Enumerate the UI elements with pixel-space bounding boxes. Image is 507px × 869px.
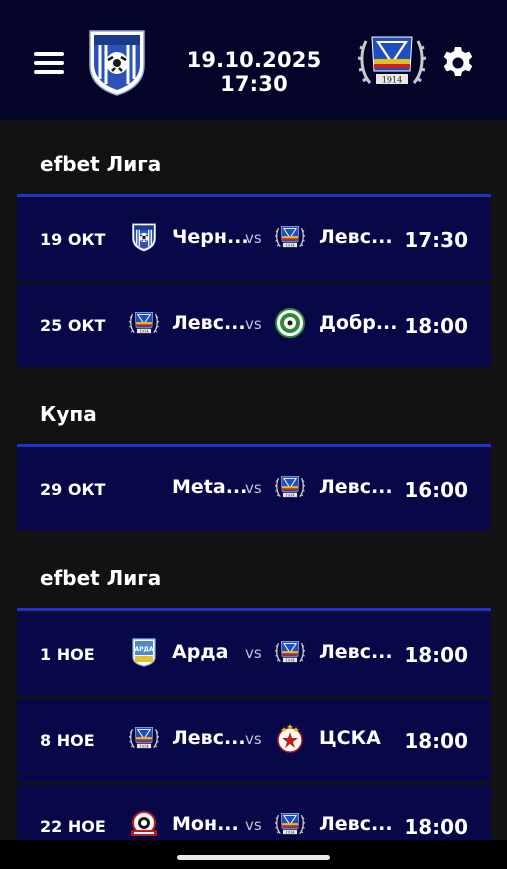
vs-label: vs <box>245 229 262 247</box>
team-crest-cherno-more <box>129 222 159 252</box>
away-team-name: Левс... <box>319 476 393 498</box>
team-crest-levski <box>129 723 159 753</box>
team-crest-levski <box>275 637 305 667</box>
home-team-crest <box>86 27 148 97</box>
team-crest-levski <box>275 472 305 502</box>
match-time: 16:00 <box>404 478 468 502</box>
away-team-crest <box>358 31 426 91</box>
system-navigation-bar <box>0 840 507 869</box>
match-time: 18:00 <box>404 314 468 338</box>
home-team-name: Левс... <box>172 312 246 334</box>
app-header: 19.10.2025 17:30 <box>0 0 507 120</box>
vs-label: vs <box>245 816 262 834</box>
match-date: 8 НОЕ <box>40 731 95 750</box>
match-row[interactable]: 19 ОКТ Черн... vs Левс... 17:30 <box>17 198 491 281</box>
away-team-name: Левс... <box>319 226 393 248</box>
match-row[interactable]: 8 НОЕ Левс... vs ЦСКА 18:00 <box>17 699 491 782</box>
match-time: 18:00 <box>404 643 468 667</box>
match-date: 25 ОКТ <box>40 316 106 335</box>
vs-label: vs <box>245 730 262 748</box>
match-row[interactable]: 1 НОЕ Арда vs Левс... 18:00 <box>17 613 491 696</box>
team-crest-levski <box>275 809 305 839</box>
home-team-name: Meta... <box>172 476 248 498</box>
team-crest-dobrudzha <box>275 308 305 338</box>
match-row[interactable]: 25 ОКТ Левс... vs Добр... 18:00 <box>17 284 491 367</box>
home-indicator[interactable] <box>177 855 330 860</box>
team-crest-cska <box>275 723 305 753</box>
match-time: 17:30 <box>404 228 468 252</box>
away-team-name: Левс... <box>319 813 393 835</box>
home-team-name: Мон... <box>172 813 239 835</box>
away-team-name: Левс... <box>319 641 393 663</box>
hamburger-menu-icon[interactable] <box>34 52 64 74</box>
section-divider <box>17 608 491 611</box>
gear-icon[interactable] <box>440 45 476 81</box>
team-crest-montana <box>129 809 159 839</box>
home-team-name: Арда <box>172 641 229 663</box>
vs-label: vs <box>245 479 262 497</box>
match-date: 22 НОЕ <box>40 817 106 836</box>
home-team-name: Черн... <box>172 226 249 248</box>
next-match-datetime: 19.10.2025 17:30 <box>186 48 322 96</box>
section-divider <box>17 444 491 447</box>
match-date: 1 НОЕ <box>40 645 95 664</box>
section-title: efbet Лига <box>40 566 162 590</box>
match-row[interactable]: 29 ОКТ Meta... vs Левс... 16:00 <box>17 448 491 531</box>
match-time: 18:00 <box>404 815 468 839</box>
team-crest-levski <box>275 222 305 252</box>
section-title: Купа <box>40 402 97 426</box>
home-team-name: Левс... <box>172 727 246 749</box>
section-divider <box>17 194 491 197</box>
team-crest-arda <box>129 637 159 667</box>
vs-label: vs <box>245 644 262 662</box>
match-date: 29 ОКТ <box>40 480 106 499</box>
away-team-name: ЦСКА <box>319 727 381 749</box>
match-time: 18:00 <box>404 729 468 753</box>
team-crest-levski <box>129 308 159 338</box>
vs-label: vs <box>245 315 262 333</box>
match-date: 19 ОКТ <box>40 230 106 249</box>
away-team-name: Добр... <box>319 312 398 334</box>
section-title: efbet Лига <box>40 152 162 176</box>
